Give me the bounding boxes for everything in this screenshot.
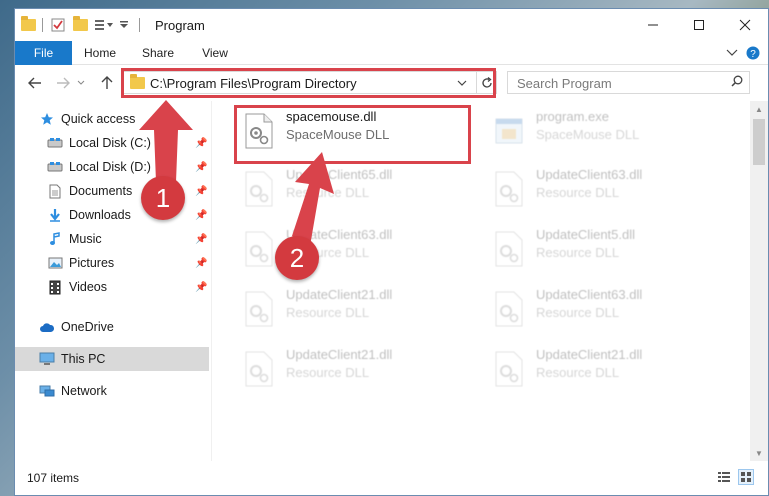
arrow-2-icon [292, 152, 334, 246]
arrow-1-icon [139, 100, 193, 182]
step-2-badge: 2 [275, 236, 319, 280]
annotation-arrows [139, 100, 334, 246]
step-1-badge: 1 [141, 176, 185, 220]
